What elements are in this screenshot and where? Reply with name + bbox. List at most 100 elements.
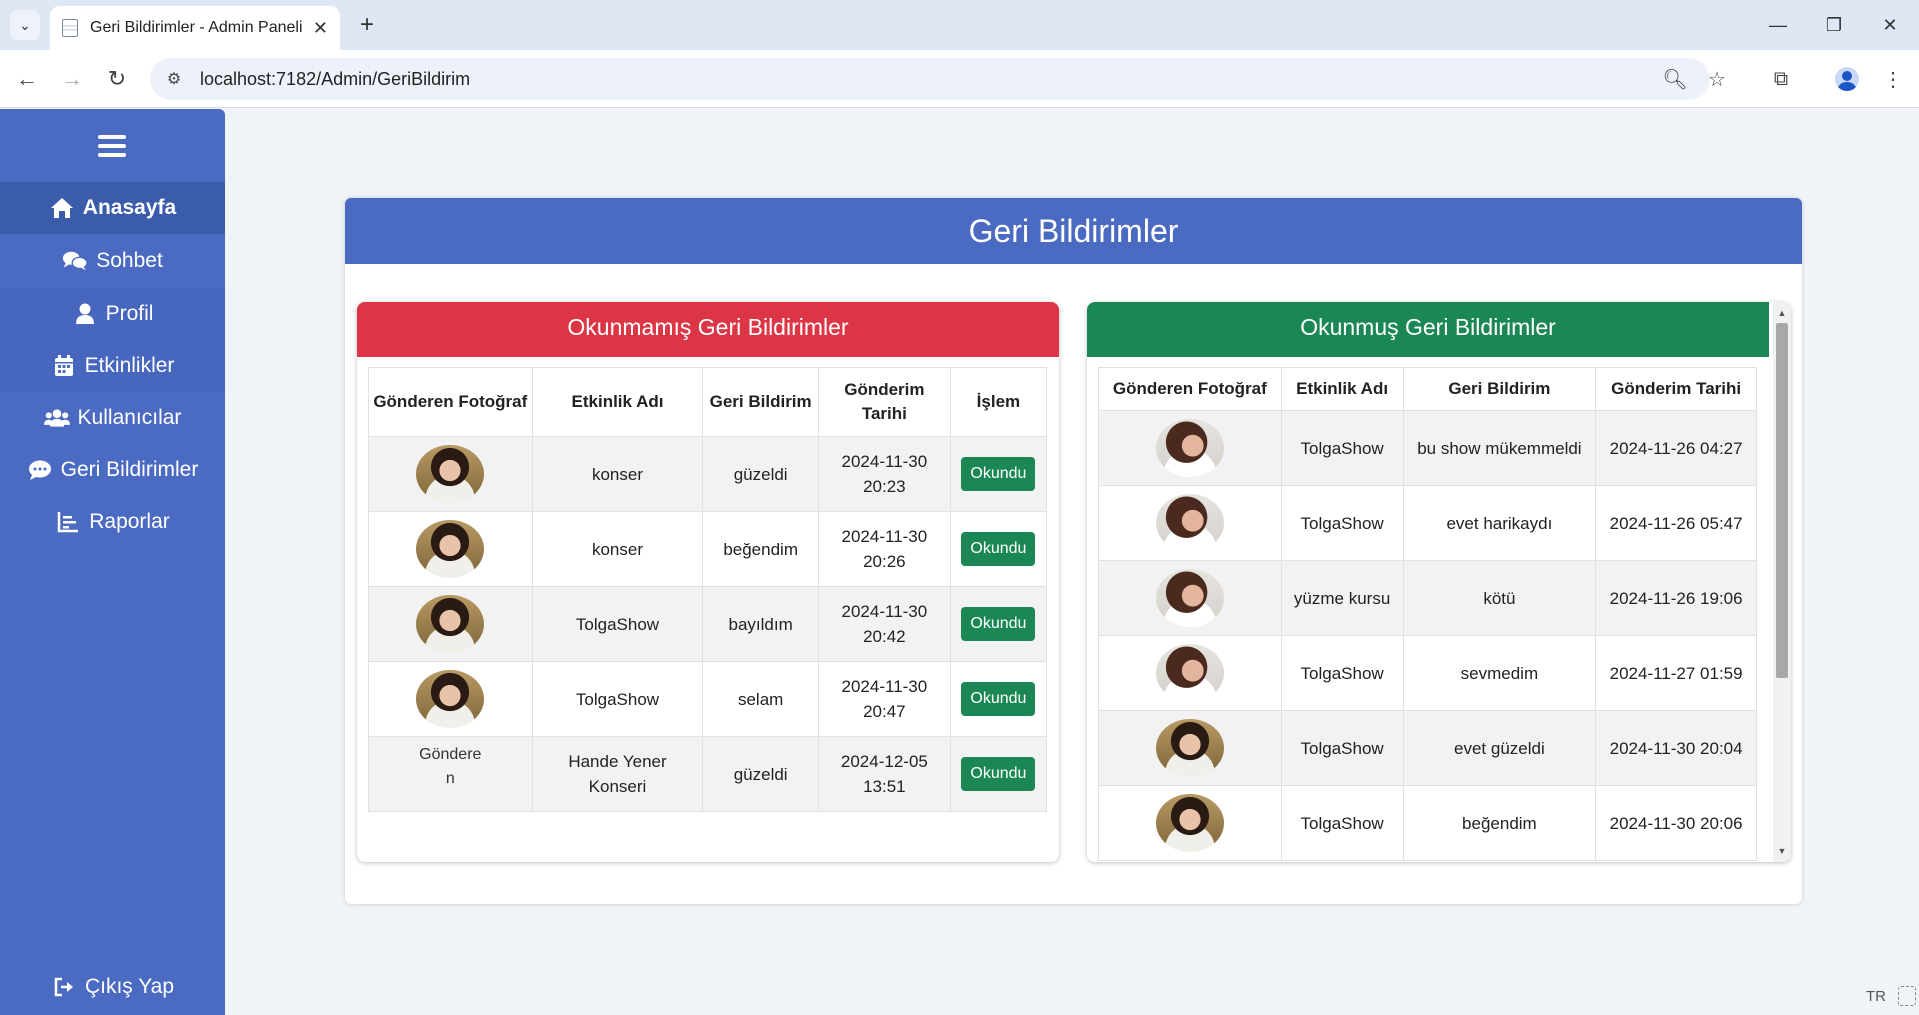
restore-button[interactable]: ❐ <box>1810 8 1858 42</box>
close-icon: ✕ <box>1882 14 1898 35</box>
sender-avatar <box>1155 419 1224 477</box>
sidebar-item-etkinlikler[interactable]: Etkinlikler <box>0 340 225 392</box>
tab-search-button[interactable]: ⌄ <box>10 10 40 40</box>
read-panel-title: Okunmuş Geri Bildirimler <box>1087 302 1769 357</box>
browser-tab-bar: ⌄ Geri Bildirimler - Admin Paneli ✕ + — … <box>0 0 1919 50</box>
event-name-cell: konser <box>531 436 704 512</box>
browser-tab[interactable]: Geri Bildirimler - Admin Paneli ✕ <box>50 6 340 50</box>
new-tab-button[interactable]: + <box>352 10 382 40</box>
sidebar-item-label: Raporlar <box>89 510 170 533</box>
sidebar-item-label: Anasayfa <box>82 196 177 219</box>
scrollbar-thumb[interactable] <box>1776 323 1788 678</box>
reload-button[interactable]: ↻ <box>100 62 134 96</box>
back-button[interactable]: ← <box>10 62 44 96</box>
unread-feedback-panel: Okunmamış Geri Bildirimler Gönderen Foto… <box>357 302 1059 862</box>
event-name-cell: TolgaShow <box>1280 410 1404 486</box>
feedback-cell: beğendim <box>1402 785 1597 861</box>
home-icon <box>49 197 75 219</box>
language-indicator[interactable]: TR <box>1866 988 1886 1005</box>
column-header: Gönderen Fotoğraf <box>368 367 533 437</box>
page-title: Geri Bildirimler <box>345 198 1802 264</box>
arrow-left-icon: ← <box>16 66 38 91</box>
feedback-card: Geri Bildirimler Okunmamış Geri Bildirim… <box>345 198 1802 904</box>
date-cell: 2024-11-30 20:26 <box>817 511 951 587</box>
sender-avatar <box>1155 644 1224 702</box>
browser-menu-button[interactable]: ⋮ <box>1876 62 1910 96</box>
menu-toggle-icon[interactable] <box>98 135 126 157</box>
table-row: konser güzeldi 2024-11-30 20:23 Okundu <box>368 436 1048 512</box>
date-cell: 2024-12-05 13:51 <box>817 736 951 812</box>
action-cell: Okundu <box>949 436 1048 512</box>
reload-icon: ↻ <box>107 66 127 91</box>
feedback-cell: beğendim <box>702 511 819 587</box>
read-feedback-panel[interactable]: Okunmuş Geri Bildirimler Gönderen Fotoğr… <box>1087 302 1791 862</box>
feedback-cell: güzeldi <box>702 436 819 512</box>
column-header: Gönderen Fotoğraf <box>1098 367 1282 411</box>
sidebar-item-kullanicilar[interactable]: Kullanıcılar <box>0 392 225 444</box>
sender-photo-cell <box>1098 635 1282 711</box>
table-row: TolgaShow sevmedim 2024-11-27 01:59 <box>1098 635 1757 711</box>
date-cell: 2024-11-30 20:42 <box>817 586 951 662</box>
profile-avatar-icon <box>1835 67 1859 91</box>
mark-read-button[interactable]: Okundu <box>961 457 1036 491</box>
feedback-cell: selam <box>702 661 819 737</box>
scroll-up-icon[interactable]: ▲ <box>1773 304 1791 322</box>
arrow-right-icon: → <box>61 66 83 91</box>
sender-photo-cell <box>1098 710 1282 786</box>
scroll-down-icon[interactable]: ▼ <box>1773 842 1791 860</box>
browser-toolbar: ← → ↻ ⚙ localhost:7182/Admin/GeriBildiri… <box>0 50 1919 108</box>
sender-photo-cell <box>1098 410 1282 486</box>
event-name-cell: yüzme kursu <box>1280 560 1404 636</box>
close-window-button[interactable]: ✕ <box>1866 8 1914 42</box>
table-header-row: Gönderen Fotoğraf Etkinlik Adı Geri Bild… <box>1098 367 1757 411</box>
sidebar-item-sohbet[interactable]: Sohbet <box>0 235 225 287</box>
chart-icon <box>55 511 81 533</box>
sender-avatar <box>416 595 485 653</box>
mark-read-button[interactable]: Okundu <box>961 532 1036 566</box>
feedback-cell: evet harikaydı <box>1402 485 1597 561</box>
mark-read-button[interactable]: Okundu <box>961 682 1036 716</box>
zoom-icon[interactable]: 🔍︎ <box>1662 66 1688 92</box>
bookmark-star-icon[interactable]: ☆ <box>1704 66 1730 92</box>
logout-button[interactable]: Çıkış Yap <box>0 961 225 1013</box>
table-row: TolgaShow evet harikaydı 2024-11-26 05:4… <box>1098 485 1757 561</box>
extensions-button[interactable]: ⧉ <box>1764 62 1798 96</box>
date-cell: 2024-11-26 04:27 <box>1595 410 1757 486</box>
site-settings-icon[interactable]: ⚙ <box>154 58 194 100</box>
read-panel-scrollbar[interactable]: ▲ ▼ <box>1773 302 1791 862</box>
column-header: Gönderim Tarihi <box>817 367 951 437</box>
puzzle-icon: ⧉ <box>1773 67 1789 90</box>
sidebar-item-anasayfa[interactable]: Anasayfa <box>0 182 225 234</box>
mark-read-button[interactable]: Okundu <box>961 607 1036 641</box>
column-header: Etkinlik Adı <box>1280 367 1404 411</box>
table-row: TolgaShow bayıldım 2024-11-30 20:42 Okun… <box>368 586 1048 662</box>
feedback-cell: bayıldım <box>702 586 819 662</box>
mark-read-button[interactable]: Okundu <box>961 757 1036 791</box>
event-name-cell: TolgaShow <box>531 661 704 737</box>
date-cell: 2024-11-26 19:06 <box>1595 560 1757 636</box>
sender-avatar <box>1155 569 1224 627</box>
page-favicon-icon <box>62 19 78 37</box>
sender-photo-cell: Gönderen <box>368 736 533 812</box>
plus-icon: + <box>359 11 374 38</box>
table-row: TolgaShow evet güzeldi 2024-11-30 20:04 <box>1098 710 1757 786</box>
table-row: Gönderen Hande Yener Konseri güzeldi 202… <box>368 736 1048 812</box>
user-icon <box>72 303 98 325</box>
sender-avatar <box>1155 794 1224 852</box>
close-tab-icon[interactable]: ✕ <box>313 18 328 39</box>
profile-button[interactable] <box>1830 62 1864 96</box>
forward-button[interactable]: → <box>55 62 89 96</box>
sender-photo-cell <box>368 511 533 587</box>
minimize-button[interactable]: — <box>1754 8 1802 42</box>
column-header: Gönderim Tarihi <box>1595 367 1757 411</box>
sidebar-item-geri-bildirimler[interactable]: Geri Bildirimler <box>0 444 225 496</box>
sender-photo-cell <box>1098 785 1282 861</box>
sign-out-icon <box>51 977 77 997</box>
action-cell: Okundu <box>949 511 1048 587</box>
sidebar-item-label: Kullanıcılar <box>77 406 182 429</box>
address-bar[interactable]: ⚙ localhost:7182/Admin/GeriBildirim 🔍︎ ☆ <box>150 58 1726 100</box>
sidebar-item-profil[interactable]: Profil <box>0 288 225 340</box>
date-cell: 2024-11-26 05:47 <box>1595 485 1757 561</box>
sidebar-item-raporlar[interactable]: Raporlar <box>0 496 225 548</box>
column-header: Geri Bildirim <box>702 367 819 437</box>
